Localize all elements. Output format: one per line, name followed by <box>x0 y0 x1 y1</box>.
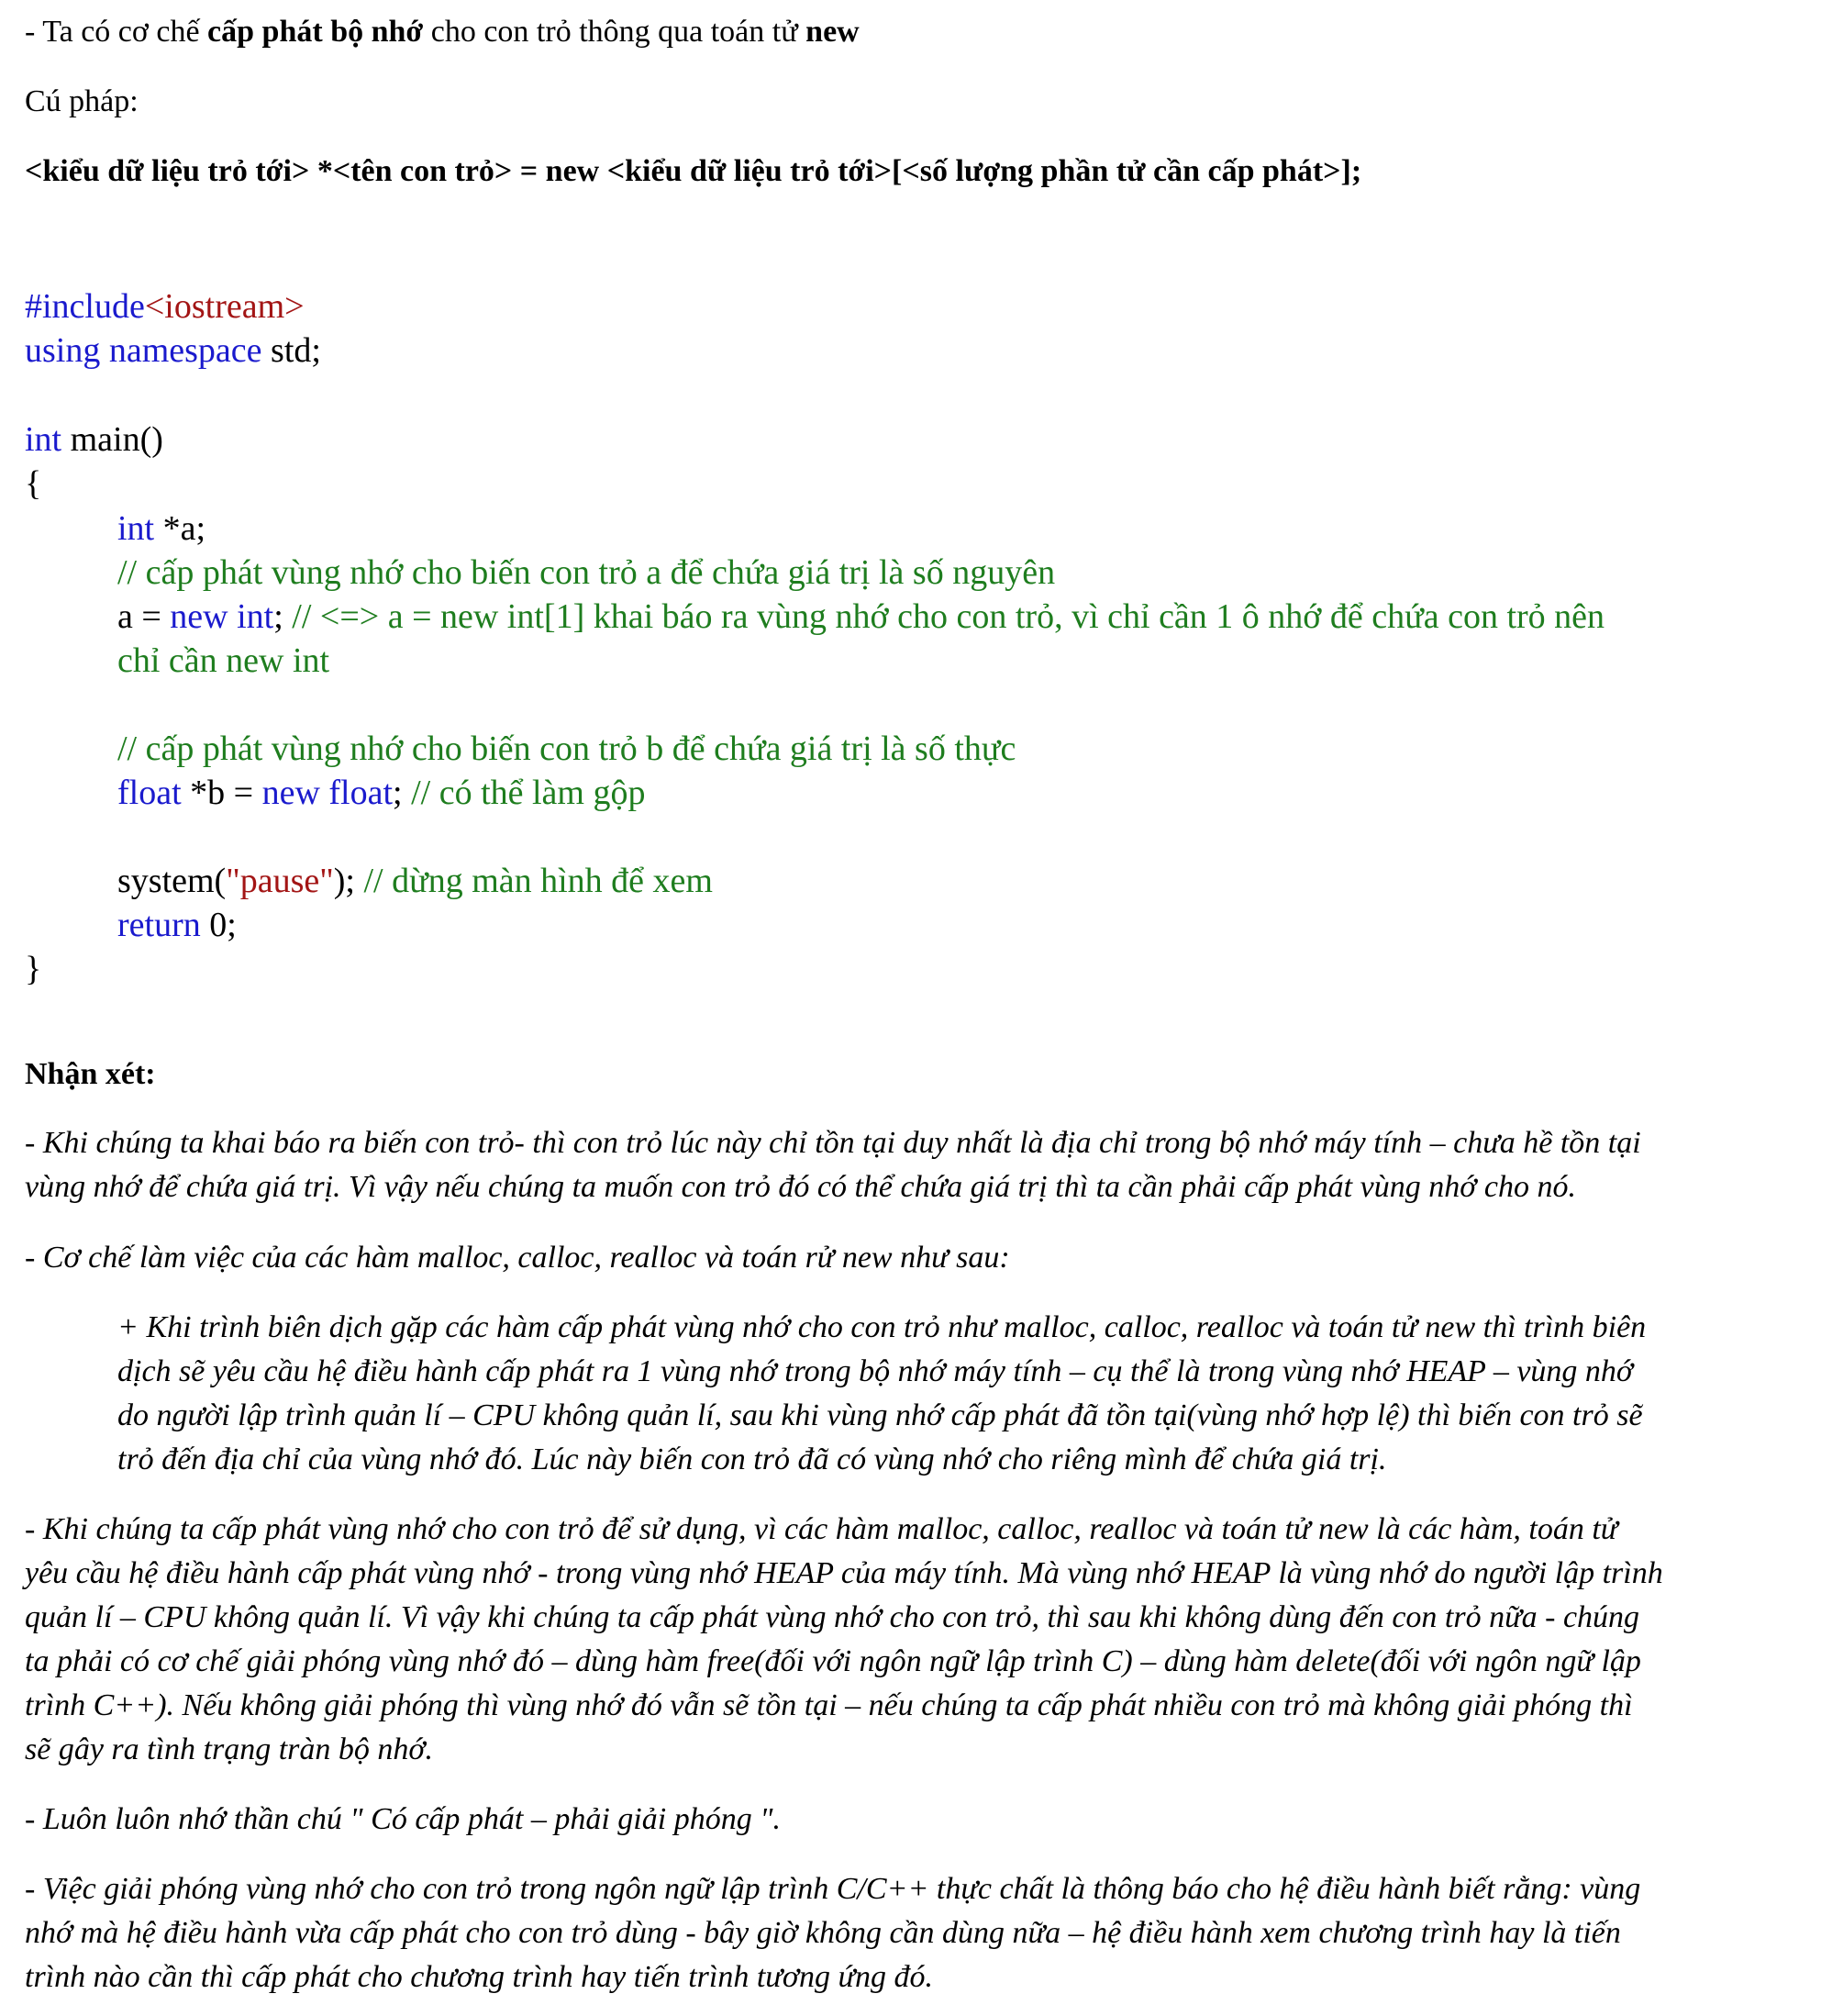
code-line-return: return 0; <box>117 903 237 947</box>
code-comment-new-a-cont: chỉ cần new int <box>117 641 330 680</box>
code-line-new-b: float *b = new float; // có thể làm gộp <box>117 771 645 815</box>
code-line-main: int main() <box>25 418 163 462</box>
code-line-open-brace: { <box>25 464 42 503</box>
syntax-label: Cú pháp: <box>25 84 139 118</box>
code-include-keyword: #include <box>25 287 145 326</box>
code-comment-merge: // có thể làm gộp <box>402 774 646 812</box>
remarks-heading: Nhận xét: <box>25 1057 156 1091</box>
code-decl-a-rest: *a; <box>154 509 206 548</box>
remark-line: - Việc giải phóng vùng nhớ cho con trỏ t… <box>25 1872 1641 1906</box>
code-int-keyword: int <box>117 509 155 548</box>
code-decl-b: *b = <box>181 774 262 812</box>
code-assign-a: a = <box>117 597 171 636</box>
remark-line: trình nào cần thì cấp phát cho chương tr… <box>25 1960 934 1994</box>
code-comment-pause: // dừng màn hình để xem <box>354 862 713 900</box>
code-return-rest: 0; <box>200 906 237 944</box>
code-main-rest: main() <box>61 420 163 459</box>
code-line-include: #include<iostream> <box>25 284 305 329</box>
remark-line: do người lập trình quản lí – CPU không q… <box>117 1398 1643 1432</box>
code-return-keyword: return <box>117 906 201 944</box>
code-using-keyword: using namespace <box>25 331 262 370</box>
remark-line: - Khi chúng ta khai báo ra biến con trỏ-… <box>25 1126 1641 1160</box>
code-line-close-brace: } <box>25 950 42 988</box>
code-comment-a: // cấp phát vùng nhớ cho biến con trỏ a … <box>117 553 1056 592</box>
code-line-namespace: using namespace std; <box>25 329 321 373</box>
code-comment-new-a: // <=> a = new int[1] khai báo ra vùng n… <box>283 597 1605 636</box>
code-line-system: system("pause"); // dừng màn hình để xem <box>117 859 713 903</box>
code-float-keyword: float <box>117 774 182 812</box>
code-include-header: <iostream> <box>144 287 305 326</box>
intro-middle: cho con trỏ thông qua toán tử <box>423 15 806 49</box>
remark-line: nhớ mà hệ điều hành vừa cấp phát cho con… <box>25 1916 1621 1950</box>
code-line-new-a: a = new int; // <=> a = new int[1] khai … <box>117 595 1604 639</box>
remark-line: yêu cầu hệ điều hành cấp phát vùng nhớ -… <box>25 1556 1663 1590</box>
remark-line: trình C++). Nếu không giải phóng thì vùn… <box>25 1688 1633 1722</box>
intro-bold-new: new <box>805 15 860 49</box>
code-system-call: system( <box>117 862 227 900</box>
code-int-keyword: int <box>25 420 62 459</box>
code-using-rest: std; <box>261 331 321 370</box>
remark-line: - Luôn luôn nhớ thần chú " Có cấp phát –… <box>25 1802 781 1836</box>
remark-line: - Khi chúng ta cấp phát vùng nhớ cho con… <box>25 1512 1618 1546</box>
remark-line: dịch sẽ yêu cầu hệ điều hành cấp phát ra… <box>117 1354 1634 1388</box>
code-new-float-keyword: new float <box>261 774 394 812</box>
remark-line: + Khi trình biên dịch gặp các hàm cấp ph… <box>117 1310 1647 1344</box>
code-line-decl-a: int *a; <box>117 507 205 551</box>
code-new-int-keyword: new int <box>170 597 274 636</box>
intro-line: - Ta có cơ chế cấp phát bộ nhớ cho con t… <box>25 10 860 54</box>
code-pause-string: "pause" <box>226 862 334 900</box>
remark-line: trỏ đến địa chỉ của vùng nhớ đó. Lúc này… <box>117 1442 1387 1476</box>
remark-line: ta phải có cơ chế giải phóng vùng nhớ đó… <box>25 1644 1641 1678</box>
remark-line: sẽ gây ra tình trạng tràn bộ nhớ. <box>25 1732 434 1766</box>
remark-line: - Cơ chế làm việc của các hàm malloc, ca… <box>25 1241 1010 1275</box>
code-semicolon: ; <box>393 774 403 812</box>
intro-bold-allocation: cấp phát bộ nhớ <box>207 15 424 49</box>
intro-prefix: - Ta có cơ chế <box>25 15 208 49</box>
syntax-line: <kiểu dữ liệu trỏ tới> *<tên con trỏ> = … <box>25 154 1362 188</box>
remark-line: quản lí – CPU không quản lí. Vì vậy khi … <box>25 1600 1640 1634</box>
remark-line: vùng nhớ để chứa giá trị. Vì vậy nếu chú… <box>25 1170 1576 1204</box>
code-semicolon: ; <box>273 597 283 636</box>
code-system-close: ); <box>333 862 355 900</box>
code-comment-b: // cấp phát vùng nhớ cho biến con trỏ b … <box>117 730 1016 768</box>
